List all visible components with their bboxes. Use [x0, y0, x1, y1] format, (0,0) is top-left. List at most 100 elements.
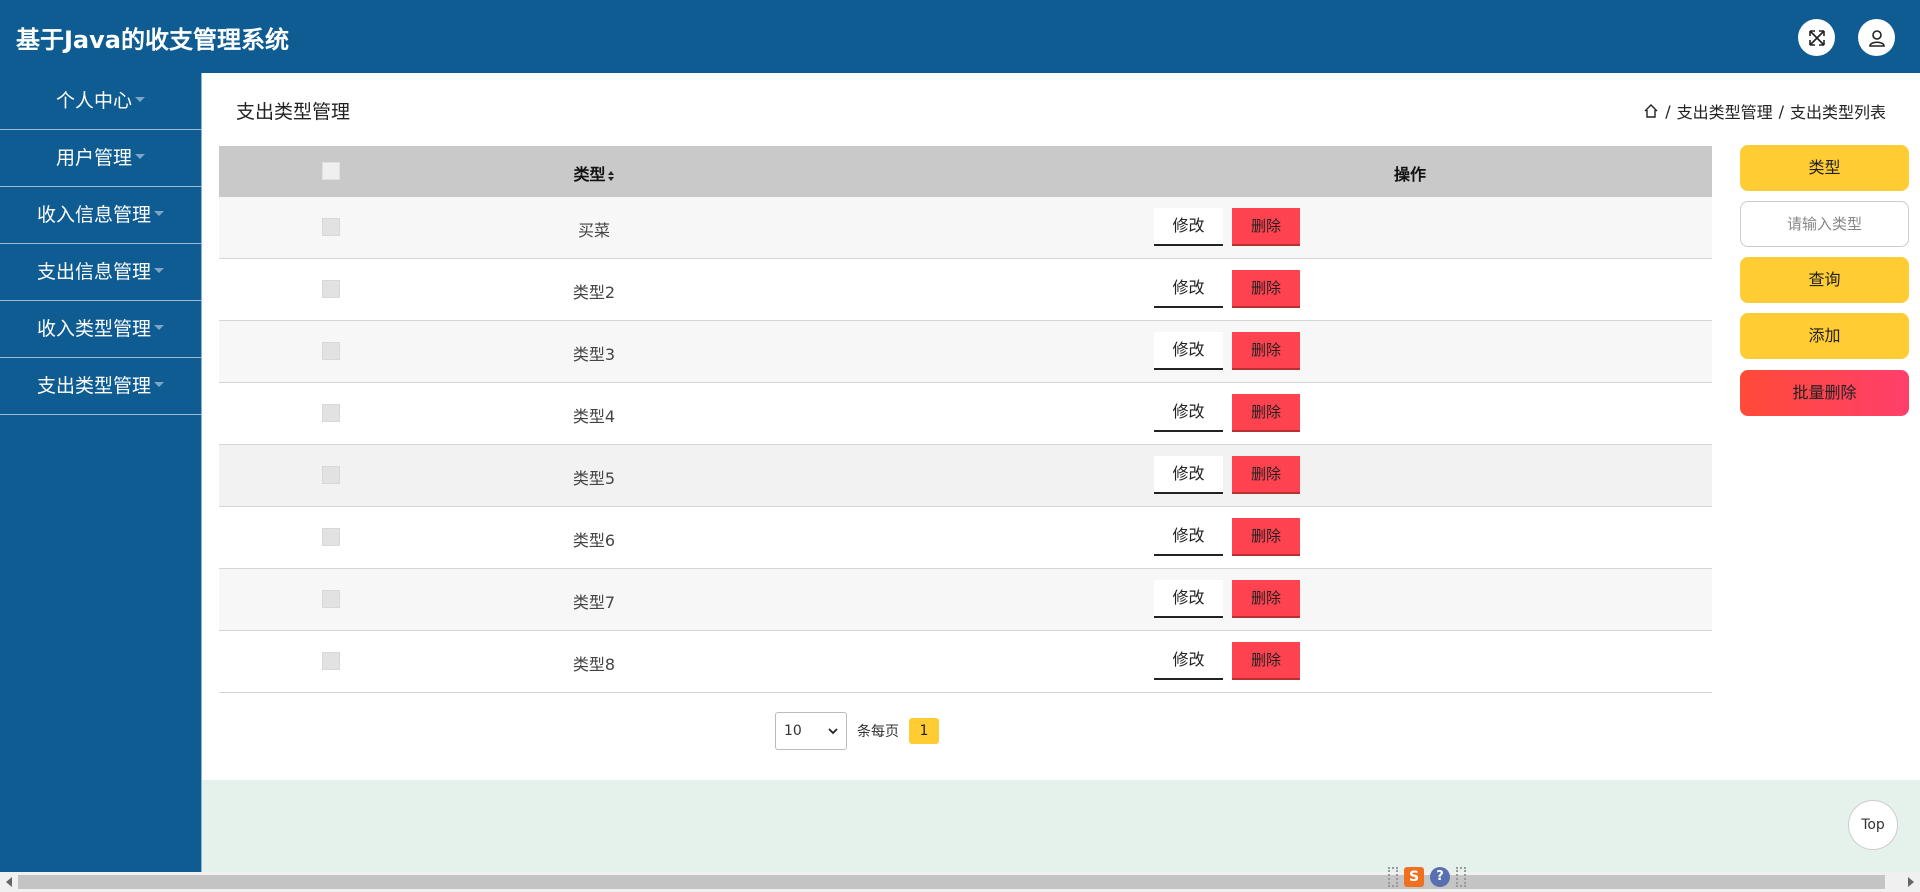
caret-down-icon [154, 211, 164, 216]
sidebar-item-personal-center[interactable]: 个人中心 [0, 73, 201, 130]
select-all-checkbox[interactable] [322, 162, 340, 180]
row-type: 类型7 [572, 593, 616, 612]
page-title: 支出类型管理 [236, 101, 351, 123]
type-search-input[interactable]: 请输入类型 [1740, 201, 1909, 247]
row-type: 买菜 [577, 221, 610, 240]
back-to-top-button[interactable]: Top [1848, 800, 1898, 850]
table-row: 类型3 修改 删除 [219, 321, 1712, 383]
row-checkbox[interactable] [322, 590, 340, 608]
edit-button[interactable]: 修改 [1154, 270, 1223, 308]
sidebar-item-label: 个人中心 [55, 90, 132, 112]
fullscreen-icon [1808, 29, 1825, 46]
caret-down-icon [135, 154, 145, 159]
per-page-label: 条每页 [857, 724, 899, 740]
table-row: 类型2 修改 删除 [219, 259, 1712, 321]
delete-button[interactable]: 删除 [1232, 642, 1300, 680]
batch-delete-button[interactable]: 批量删除 [1740, 370, 1909, 416]
row-type: 类型3 [572, 345, 616, 364]
scroll-left-icon[interactable] [6, 877, 12, 887]
delete-button[interactable]: 删除 [1232, 456, 1300, 494]
sidebar-item-expense-type[interactable]: 支出类型管理 [0, 358, 201, 415]
delete-button[interactable]: 删除 [1232, 518, 1300, 556]
sidebar-item-label: 收入信息管理 [36, 204, 151, 226]
type-field-label: 类型 [1740, 145, 1909, 191]
breadcrumb-item: 支出类型列表 [1789, 103, 1886, 122]
user-icon [1868, 29, 1885, 47]
horizontal-scrollbar[interactable] [0, 872, 1920, 892]
scroll-right-icon[interactable] [1908, 877, 1914, 887]
caret-down-icon [154, 382, 164, 387]
help-icon[interactable]: ? [1430, 867, 1450, 887]
table-row: 买菜 修改 删除 [219, 197, 1712, 259]
drag-handle-icon [1388, 867, 1398, 887]
column-header-type[interactable]: 类型 [519, 161, 669, 185]
sort-icon [607, 170, 614, 181]
delete-button[interactable]: 删除 [1232, 394, 1300, 432]
pagination: 10 条每页 1 [775, 712, 939, 750]
table-header: 类型 操作 [219, 146, 1712, 197]
sogou-input-icon[interactable]: S [1404, 867, 1424, 887]
caret-down-icon [135, 97, 145, 102]
table-row: 类型7 修改 删除 [219, 569, 1712, 631]
sidebar-item-label: 收入类型管理 [36, 318, 151, 340]
tray-icons: S ? [1388, 865, 1468, 889]
edit-button[interactable]: 修改 [1154, 332, 1223, 370]
home-icon[interactable] [1643, 103, 1659, 119]
row-type: 类型5 [572, 469, 616, 488]
delete-button[interactable]: 删除 [1232, 270, 1300, 308]
row-type: 类型6 [572, 531, 616, 550]
page-size-value: 10 [784, 723, 802, 739]
table-row: 类型5 修改 删除 [219, 445, 1712, 507]
column-header-actions: 操作 [1393, 165, 1426, 184]
user-profile-button[interactable] [1858, 19, 1895, 56]
edit-button[interactable]: 修改 [1154, 456, 1223, 494]
row-type: 类型4 [572, 407, 616, 426]
sidebar-item-user-management[interactable]: 用户管理 [0, 130, 201, 187]
row-checkbox[interactable] [322, 342, 340, 360]
edit-button[interactable]: 修改 [1154, 642, 1223, 680]
edit-button[interactable]: 修改 [1154, 518, 1223, 556]
fullscreen-button[interactable] [1798, 19, 1835, 56]
row-checkbox[interactable] [322, 528, 340, 546]
table-row: 类型6 修改 删除 [219, 507, 1712, 569]
add-button[interactable]: 添加 [1740, 313, 1909, 359]
query-button[interactable]: 查询 [1740, 257, 1909, 303]
app-title: 基于Java的收支管理系统 [16, 26, 289, 54]
delete-button[interactable]: 删除 [1232, 332, 1300, 370]
row-type: 类型2 [572, 283, 616, 302]
sidebar-item-expense-info[interactable]: 支出信息管理 [0, 244, 201, 301]
breadcrumb-separator: / [1665, 101, 1671, 121]
sidebar-item-income-type[interactable]: 收入类型管理 [0, 301, 201, 358]
delete-button[interactable]: 删除 [1232, 580, 1300, 618]
page-size-select[interactable]: 10 [775, 712, 847, 750]
row-checkbox[interactable] [322, 652, 340, 670]
expand-icon [1456, 867, 1466, 887]
sidebar: 个人中心 用户管理 收入信息管理 支出信息管理 收入类型管理 支出类型管理 [0, 73, 202, 872]
column-header-label: 类型 [573, 165, 606, 184]
row-checkbox[interactable] [322, 466, 340, 484]
caret-down-icon [154, 325, 164, 330]
table-row: 类型4 修改 删除 [219, 383, 1712, 445]
table-row: 类型8 修改 删除 [219, 631, 1712, 693]
footer-area [202, 780, 1920, 872]
edit-button[interactable]: 修改 [1154, 208, 1223, 246]
top-bar: 基于Java的收支管理系统 [0, 0, 1920, 73]
row-checkbox[interactable] [322, 218, 340, 236]
edit-button[interactable]: 修改 [1154, 394, 1223, 432]
breadcrumb: / 支出类型管理 / 支出类型列表 [1643, 99, 1886, 123]
scrollbar-thumb[interactable] [18, 875, 1885, 889]
data-table: 类型 操作 买菜 修改 删除 类型2 修改 删除 类型3 修改 删除 类型4 修… [219, 146, 1712, 693]
row-checkbox[interactable] [322, 280, 340, 298]
sidebar-item-income-info[interactable]: 收入信息管理 [0, 187, 201, 244]
row-type: 类型8 [572, 655, 616, 674]
row-checkbox[interactable] [322, 404, 340, 422]
breadcrumb-item[interactable]: 支出类型管理 [1677, 99, 1773, 123]
chevron-down-icon [828, 727, 838, 734]
breadcrumb-separator: / [1778, 101, 1784, 121]
caret-down-icon [154, 268, 164, 273]
sidebar-item-label: 用户管理 [55, 147, 132, 169]
page-number-current[interactable]: 1 [909, 718, 939, 744]
edit-button[interactable]: 修改 [1154, 580, 1223, 618]
sidebar-item-label: 支出信息管理 [36, 261, 151, 283]
delete-button[interactable]: 删除 [1232, 208, 1300, 246]
